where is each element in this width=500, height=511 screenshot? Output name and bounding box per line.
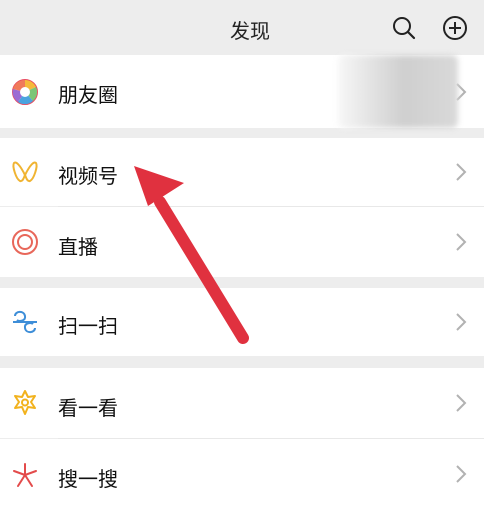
scroll-edge [484,0,500,511]
moments-icon [12,79,38,105]
channels-icon [12,161,38,183]
menu-label-live: 直播 [58,235,98,259]
menu-label-search: 搜一搜 [58,467,118,491]
chevron-right-icon [456,233,467,251]
menu-item-live[interactable]: 直播 [0,207,484,277]
top-stories-icon [14,390,36,415]
menu-item-channels[interactable]: 视频号 [0,138,484,206]
scan-icon [13,310,37,334]
menu-label-channels: 视频号 [58,164,118,188]
menu-label-top-stories: 看一看 [58,396,118,420]
moments-thumbnail [338,55,458,128]
menu-item-search[interactable]: 搜一搜 [0,439,484,511]
menu-label-scan: 扫一扫 [58,314,118,338]
menu-item-scan[interactable]: 扫一扫 [0,288,484,356]
chevron-right-icon [456,163,467,181]
menu-item-top-stories[interactable]: 看一看 [0,368,484,438]
chevron-right-icon [456,465,467,483]
menu-label-moments: 朋友圈 [58,83,118,107]
top-bar: 发现 [0,0,500,55]
live-icon [12,229,38,255]
add-icon[interactable] [441,14,469,42]
search-feature-icon [13,463,37,487]
search-icon[interactable] [390,14,418,42]
chevron-right-icon [456,394,467,412]
page-title: 发现 [230,19,270,43]
chevron-right-icon [456,313,467,331]
